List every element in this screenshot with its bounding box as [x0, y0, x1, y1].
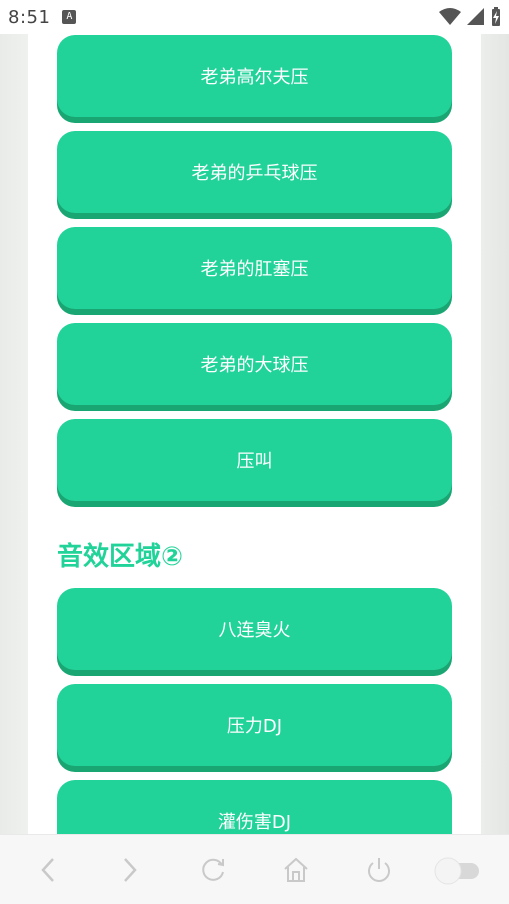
refresh-icon[interactable]: [195, 855, 231, 885]
wifi-icon: [439, 8, 461, 26]
home-icon[interactable]: [278, 855, 314, 885]
sound-button-pressure-dj[interactable]: 压力DJ: [57, 684, 452, 766]
status-bar: 8:51 A: [0, 0, 509, 34]
sound-button-big-ball[interactable]: 老弟的大球压: [57, 323, 452, 405]
page-margin-right: [481, 34, 509, 834]
sound-button-plug[interactable]: 老弟的肛塞压: [57, 227, 452, 309]
bottom-nav-bar: [0, 834, 509, 904]
sound-button-bailian[interactable]: 八连臭火: [57, 588, 452, 670]
page-margin-left: [0, 34, 28, 834]
section-title-2: 音效区域②: [57, 542, 184, 572]
signal-icon: [467, 8, 485, 26]
status-right: [439, 7, 501, 27]
app-notification-icon: A: [62, 10, 77, 24]
sound-button-damage-dj[interactable]: 灌伤害DJ: [57, 780, 452, 834]
toggle-switch[interactable]: [432, 855, 482, 885]
status-time: 8:51: [8, 6, 51, 28]
sound-board-content[interactable]: 老弟高尔夫压 老弟的乒乓球压 老弟的肛塞压 老弟的大球压 压叫 音效区域② 八连…: [28, 34, 481, 834]
status-left: 8:51 A: [8, 6, 77, 28]
sound-button-yajiao[interactable]: 压叫: [57, 419, 452, 501]
sound-button-golf[interactable]: 老弟高尔夫压: [57, 35, 452, 117]
power-icon[interactable]: [361, 855, 397, 885]
forward-icon[interactable]: [112, 855, 148, 885]
back-icon[interactable]: [30, 855, 66, 885]
battery-charging-icon: [491, 7, 501, 27]
sound-button-pingpong[interactable]: 老弟的乒乓球压: [57, 131, 452, 213]
